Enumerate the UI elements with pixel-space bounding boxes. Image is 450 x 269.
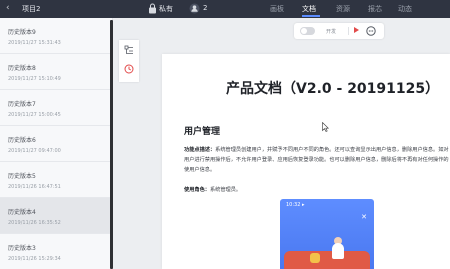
- illustration-cushion: [310, 253, 320, 263]
- role-label: 使用角色：: [184, 187, 210, 193]
- description-text: 系统管理员创建用户，并赋予不同用户不同的角色。还可以查询显示出用户信息，删除用户…: [184, 147, 449, 173]
- version-item[interactable]: 历史版本8 2019/11/27 15:10:49: [0, 54, 112, 90]
- cursor-icon: [322, 122, 329, 132]
- phone-status-time: 10:32 ▸: [286, 202, 305, 208]
- top-bar: ‹ 项目2 私有 2 画板 文档 资源 报芯 动态: [0, 0, 450, 18]
- tab-resources[interactable]: 资源: [336, 4, 350, 14]
- version-date: 2019/11/27 15:10:49: [8, 76, 61, 82]
- version-date: 2019/11/26 16:35:52: [8, 220, 61, 226]
- version-title: 历史版本8: [8, 65, 36, 72]
- version-title: 历史版本4: [8, 209, 36, 216]
- user-icon[interactable]: [189, 3, 200, 14]
- back-icon[interactable]: ‹: [6, 3, 10, 13]
- comment-icon[interactable]: [366, 26, 376, 36]
- mode-toolbar: 开发: [294, 23, 384, 39]
- tab-flow[interactable]: 报芯: [368, 4, 382, 14]
- version-history-sidebar: 历史版本9 2019/11/27 15:31:43 历史版本8 2019/11/…: [0, 18, 113, 269]
- section-title: 用户管理: [184, 127, 221, 137]
- clock-icon[interactable]: [124, 64, 134, 74]
- version-title: 历史版本7: [8, 101, 36, 108]
- feature-description: 功能点描述：系统管理员创建用户，并赋予不同用户不同的角色。还可以查询显示出用户信…: [184, 145, 450, 175]
- version-item[interactable]: 历史版本5 2019/11/26 16:47:51: [0, 162, 112, 198]
- version-item-selected[interactable]: 历史版本4 2019/11/26 16:35:52: [0, 198, 112, 234]
- version-title: 历史版本3: [8, 245, 36, 252]
- divider: [348, 27, 349, 35]
- privacy-label[interactable]: 私有: [159, 4, 173, 14]
- version-item[interactable]: 历史版本7 2019/11/27 15:00:45: [0, 90, 112, 126]
- version-date: 2019/11/26 16:47:51: [8, 184, 61, 190]
- version-item[interactable]: 历史版本6 2019/11/27 09:47:00: [0, 126, 112, 162]
- version-title: 历史版本9: [8, 29, 36, 36]
- toggle-knob: [301, 28, 307, 34]
- document-page: 产品文档（V2.0 - 20191125） 用户管理 功能点描述：系统管理员创建…: [162, 54, 450, 269]
- version-title: 历史版本6: [8, 137, 36, 144]
- version-item[interactable]: 历史版本9 2019/11/27 15:31:43: [0, 18, 112, 54]
- phone-screenshot-image: 10:32 ▸ ✕: [280, 199, 374, 269]
- tab-artboard[interactable]: 画板: [270, 4, 284, 14]
- outline-icon[interactable]: [124, 45, 134, 55]
- version-date: 2019/11/27 15:31:43: [8, 40, 61, 46]
- dev-mode-label: 开发: [326, 29, 337, 35]
- tab-document[interactable]: 文档: [302, 4, 316, 14]
- close-icon: ✕: [361, 213, 367, 221]
- illustration-sofa: [284, 251, 370, 269]
- illustration-person: [332, 243, 344, 259]
- version-date: 2019/11/27 09:47:00: [8, 148, 61, 154]
- description-label: 功能点描述：: [184, 147, 216, 153]
- dev-mode-toggle[interactable]: [300, 27, 315, 35]
- version-item[interactable]: 历史版本3 2019/11/26 15:29:34: [0, 234, 112, 269]
- version-date: 2019/11/27 15:00:45: [8, 112, 61, 118]
- document-title: 产品文档（V2.0 - 20191125）: [226, 81, 440, 97]
- member-count: 2: [203, 4, 208, 12]
- role-line: 使用角色：系统管理员。: [184, 186, 241, 193]
- doc-tool-panel: [119, 40, 139, 82]
- tab-activity[interactable]: 动态: [398, 4, 412, 14]
- project-name: 项目2: [22, 5, 41, 13]
- active-tab-indicator: [302, 15, 320, 17]
- version-date: 2019/11/26 15:29:34: [8, 256, 61, 262]
- role-text: 系统管理员。: [209, 187, 242, 193]
- play-icon[interactable]: [354, 27, 359, 33]
- version-title: 历史版本5: [8, 173, 36, 180]
- lock-icon: [149, 3, 156, 14]
- sidebar-scrollbar[interactable]: [110, 20, 113, 269]
